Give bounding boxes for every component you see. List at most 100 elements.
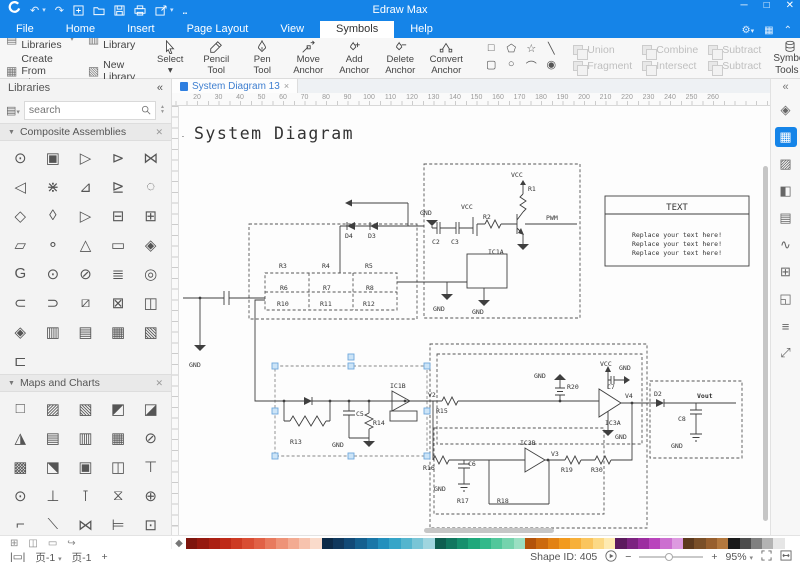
color-swatch-42[interactable] [660,538,671,549]
presentation-play-icon[interactable] [605,550,617,563]
library-symbol-1-23[interactable]: ⊨ [102,510,135,535]
close-button[interactable]: ✕ [786,0,794,11]
crop-icon[interactable]: ◫ [28,538,37,549]
add-page-button[interactable]: + [102,551,108,563]
color-swatch-8[interactable] [276,538,287,549]
library-symbol-1-7[interactable]: ▥ [69,423,102,452]
library-symbol-1-16[interactable]: ⊥ [37,481,70,510]
layers-icon[interactable]: ◧ [775,181,797,201]
pencil-tool-button[interactable]: PencilTool [193,40,239,76]
symbol-tools-button[interactable]: Symbol Tools ▾ [773,40,800,76]
color-swatch-22[interactable] [435,538,446,549]
library-symbol-1-1[interactable]: ▨ [37,394,70,423]
color-swatch-6[interactable] [254,538,265,549]
library-symbol-0-10[interactable]: ◇ [4,201,37,230]
draw-shape-1[interactable]: ⬠ [501,42,521,58]
library-symbol-0-6[interactable]: ⋇ [37,172,70,201]
color-swatch-49[interactable] [740,538,751,549]
library-symbol-0-7[interactable]: ⊿ [69,172,102,201]
color-swatch-46[interactable] [706,538,717,549]
color-swatch-30[interactable] [525,538,536,549]
library-symbol-0-5[interactable]: ◁ [4,172,37,201]
library-symbol-1-20[interactable]: ⌐ [4,510,37,535]
library-symbol-0-31[interactable]: ▥ [37,317,70,346]
library-symbol-0-17[interactable]: △ [69,230,102,259]
color-swatch-52[interactable] [773,538,784,549]
color-swatch-18[interactable] [389,538,400,549]
zoom-level[interactable]: 95% ▾ [726,551,753,563]
library-symbol-0-35[interactable]: ⊏ [4,346,37,374]
sync-icon[interactable]: ↪ [67,538,75,549]
color-swatch-40[interactable] [638,538,649,549]
draw-shape-0[interactable]: □ [481,42,501,58]
library-symbol-0-3[interactable]: ⊳ [102,143,135,172]
tab-insert[interactable]: Insert [111,21,171,38]
library-symbol-1-0[interactable]: □ [4,394,37,423]
library-symbol-1-3[interactable]: ◩ [102,394,135,423]
color-swatch-23[interactable] [446,538,457,549]
library-symbol-1-22[interactable]: ⋈ [69,510,102,535]
library-symbol-1-5[interactable]: ◮ [4,423,37,452]
color-swatch-16[interactable] [367,538,378,549]
minimize-button[interactable]: ─ [740,0,747,11]
fullscreen-icon[interactable] [761,550,772,563]
color-swatch-7[interactable] [265,538,276,549]
color-swatch-12[interactable] [322,538,333,549]
pages-icon[interactable]: |▭| [10,551,25,563]
draw-shape-4[interactable]: ▢ [481,58,501,74]
color-swatch-25[interactable] [468,538,479,549]
library-symbol-1-18[interactable]: ⧖ [102,481,135,510]
draw-shape-2[interactable]: ☆ [521,42,541,58]
table-icon[interactable]: ⊞ [775,262,797,282]
color-swatch-48[interactable] [728,538,739,549]
fill-bucket-icon[interactable]: ◆ [172,538,186,549]
library-symbol-1-9[interactable]: ⊘ [134,423,167,452]
color-swatch-34[interactable] [570,538,581,549]
expand-icon[interactable]: ⤢ [775,343,797,363]
zoom-in-button[interactable]: + [711,551,717,563]
color-swatch-37[interactable] [604,538,615,549]
new-symbol-icon[interactable]: ⊞ [10,538,18,549]
library-symbol-1-2[interactable]: ▧ [69,394,102,423]
library-symbol-0-26[interactable]: ⊃ [37,288,70,317]
library-symbol-0-32[interactable]: ▤ [69,317,102,346]
library-symbol-1-10[interactable]: ▩ [4,452,37,481]
search-input[interactable] [29,104,141,116]
tab-file[interactable]: File [0,21,50,38]
draw-shape-6[interactable]: ⌒ [521,58,541,74]
document-tab[interactable]: System Diagram 13 × [172,79,298,93]
library-symbol-1-12[interactable]: ▣ [69,452,102,481]
library-symbol-0-18[interactable]: ▭ [102,230,135,259]
color-swatch-2[interactable] [209,538,220,549]
draw-shape-3[interactable]: ╲ [541,42,561,58]
tab-home[interactable]: Home [50,21,111,38]
color-swatch-4[interactable] [231,538,242,549]
add-anchor-button[interactable]: AddAnchor [331,40,377,76]
tab-page-layout[interactable]: Page Layout [171,21,265,38]
circuit-diagram[interactable]: System Diagram-VCCR1R2PWMVCCGNDC2C3IC1AG… [180,108,752,533]
color-swatch-51[interactable] [762,538,773,549]
color-swatch-24[interactable] [457,538,468,549]
library-symbol-0-9[interactable]: ◌ [134,172,167,201]
move-anchor-button[interactable]: MoveAnchor [285,40,331,76]
library-symbol-1-6[interactable]: ▤ [37,423,70,452]
chart-icon[interactable]: ∿ [775,235,797,255]
fill-theme-icon[interactable]: ◈ [775,100,797,120]
color-swatch-9[interactable] [288,538,299,549]
color-swatch-15[interactable] [355,538,366,549]
library-symbol-1-24[interactable]: ⊡ [134,510,167,535]
library-symbol-0-28[interactable]: ⊠ [102,288,135,317]
collapse-ribbon-icon[interactable]: ⌃ [784,25,792,36]
maximize-button[interactable]: □ [764,0,770,11]
library-symbol-0-8[interactable]: ⊵ [102,172,135,201]
picture-icon[interactable]: ▨ [775,154,797,174]
collapse-right-panel-icon[interactable]: « [782,81,788,93]
drawing-canvas[interactable]: System Diagram-VCCR1R2PWMVCCGNDC2C3IC1AG… [172,106,770,535]
color-swatch-50[interactable] [751,538,762,549]
library-symbol-1-11[interactable]: ⬔ [37,452,70,481]
convert-anchor-button[interactable]: ConvertAnchor [423,40,469,76]
color-swatch-45[interactable] [694,538,705,549]
settings-gear-icon[interactable]: ⚙▾ [742,25,754,36]
color-swatch-29[interactable] [514,538,525,549]
library-symbol-0-30[interactable]: ◈ [4,317,37,346]
